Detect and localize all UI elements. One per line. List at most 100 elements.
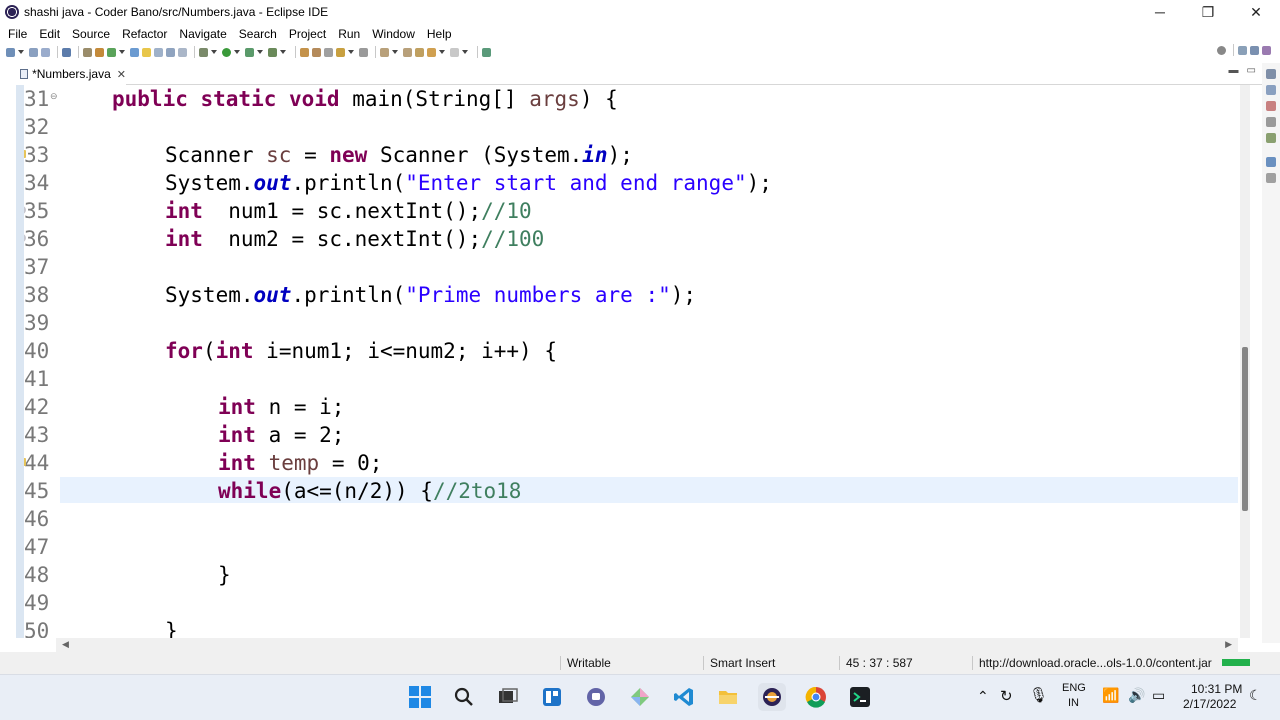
eclipse-taskbar-icon[interactable] bbox=[758, 683, 786, 711]
last-edit-icon[interactable] bbox=[415, 47, 424, 57]
pilcrow-icon[interactable] bbox=[178, 47, 187, 57]
menu-refactor[interactable]: Refactor bbox=[116, 27, 173, 41]
pin-icon[interactable] bbox=[359, 47, 368, 57]
horizontal-scrollbar[interactable]: ◀ ▶ bbox=[56, 638, 1238, 652]
open-type-icon[interactable] bbox=[300, 47, 309, 57]
teams-chat-icon[interactable] bbox=[582, 683, 610, 711]
next-annotation-icon[interactable] bbox=[380, 47, 389, 57]
menu-navigate[interactable]: Navigate bbox=[173, 27, 232, 41]
focus-assist-icon[interactable]: ☾ bbox=[1249, 687, 1262, 704]
package-icon[interactable] bbox=[95, 47, 104, 57]
region-indicator[interactable]: IN bbox=[1068, 697, 1079, 709]
annotation-dropdown-icon[interactable] bbox=[348, 50, 354, 54]
windows-start-icon[interactable] bbox=[406, 683, 434, 711]
chrome-icon[interactable] bbox=[802, 683, 830, 711]
clock-time[interactable]: 10:31 PM bbox=[1191, 682, 1242, 696]
task-view-icon[interactable] bbox=[494, 683, 522, 711]
refresh-dropdown-icon[interactable] bbox=[119, 50, 125, 54]
menu-search[interactable]: Search bbox=[233, 27, 283, 41]
menu-edit[interactable]: Edit bbox=[33, 27, 66, 41]
problems-icon[interactable] bbox=[1266, 101, 1276, 111]
language-indicator[interactable]: ENG bbox=[1062, 682, 1086, 694]
terminal-app-icon[interactable] bbox=[846, 683, 874, 711]
external-tools-icon[interactable] bbox=[268, 47, 277, 57]
fold-collapse-icon[interactable]: ⊖ bbox=[50, 91, 58, 102]
forward-dropdown-icon[interactable] bbox=[462, 50, 468, 54]
coverage-dropdown-icon[interactable] bbox=[257, 50, 263, 54]
file-explorer-icon[interactable] bbox=[714, 683, 742, 711]
onedrive-sync-icon[interactable]: ↻ bbox=[1000, 687, 1013, 705]
code-editor[interactable]: 31 32 33 34 35 36 37 38 39 40 41 42 43 4… bbox=[24, 85, 1238, 638]
wifi-icon[interactable]: 📶 bbox=[1102, 687, 1119, 704]
javadoc-icon[interactable] bbox=[1266, 117, 1276, 127]
open-console-icon[interactable] bbox=[482, 47, 491, 57]
toggle-icon[interactable] bbox=[166, 47, 175, 57]
new-dropdown-icon[interactable] bbox=[18, 50, 24, 54]
package-explorer-icon[interactable] bbox=[1266, 69, 1276, 79]
warning-marker-icon[interactable] bbox=[24, 458, 26, 466]
search-icon[interactable] bbox=[1217, 45, 1226, 55]
save-icon[interactable] bbox=[29, 47, 38, 57]
maximize-button[interactable]: ❐ bbox=[1184, 0, 1232, 24]
coverage-icon[interactable] bbox=[245, 47, 254, 57]
snipping-tool-icon[interactable] bbox=[626, 683, 654, 711]
external-tools-dropdown-icon[interactable] bbox=[280, 50, 286, 54]
vertical-scrollbar[interactable] bbox=[1240, 85, 1250, 638]
format-icon[interactable] bbox=[154, 47, 163, 57]
menu-window[interactable]: Window bbox=[366, 27, 421, 41]
scrollbar-thumb[interactable] bbox=[1242, 347, 1248, 511]
chevron-up-icon[interactable]: ⌃ bbox=[977, 688, 989, 705]
search-taskbar-icon[interactable] bbox=[450, 683, 478, 711]
scroll-right-icon[interactable]: ▶ bbox=[1225, 639, 1232, 650]
vscode-icon[interactable] bbox=[670, 683, 698, 711]
declaration-icon[interactable] bbox=[1266, 133, 1276, 143]
cursor-position-status[interactable]: 45 : 37 : 587 bbox=[846, 656, 913, 670]
save-all-icon[interactable] bbox=[41, 47, 50, 57]
tab-numbers-java[interactable]: *Numbers.java ✕ bbox=[16, 63, 126, 85]
microphone-icon[interactable]: 🎙 bbox=[1029, 686, 1048, 704]
minimize-button[interactable]: ─ bbox=[1136, 0, 1184, 24]
scroll-left-icon[interactable]: ◀ bbox=[62, 639, 69, 650]
minimize-editor-icon[interactable]: ▬ bbox=[1229, 65, 1239, 76]
search-tool-icon[interactable] bbox=[324, 47, 333, 57]
open-task-icon[interactable] bbox=[312, 47, 321, 57]
debug-perspective-icon[interactable] bbox=[1262, 45, 1271, 55]
prev-annotation-icon[interactable] bbox=[403, 47, 412, 57]
progress-icon[interactable] bbox=[1266, 173, 1276, 183]
next-annotation-dropdown-icon[interactable] bbox=[392, 50, 398, 54]
menu-source[interactable]: Source bbox=[66, 27, 116, 41]
menu-help[interactable]: Help bbox=[421, 27, 458, 41]
console-icon[interactable] bbox=[1266, 157, 1276, 167]
bug-icon[interactable] bbox=[199, 47, 208, 57]
background-task-status[interactable]: http://download.oracle...ols-1.0.0/conte… bbox=[979, 656, 1212, 670]
volume-icon[interactable]: 🔊 bbox=[1128, 687, 1145, 704]
battery-icon[interactable]: ▭ bbox=[1152, 687, 1165, 704]
insert-mode-status[interactable]: Smart Insert bbox=[710, 656, 775, 670]
menu-file[interactable]: File bbox=[0, 27, 33, 41]
refresh-icon[interactable] bbox=[107, 47, 116, 57]
outline-icon[interactable] bbox=[1266, 85, 1276, 95]
debug-icon[interactable] bbox=[130, 47, 139, 57]
debug-dropdown-icon[interactable] bbox=[211, 50, 217, 54]
warning-marker-icon[interactable] bbox=[24, 150, 26, 158]
close-window-button[interactable]: ✕ bbox=[1232, 0, 1280, 24]
highlight-icon[interactable] bbox=[142, 47, 151, 57]
run-icon[interactable] bbox=[222, 47, 231, 57]
back-dropdown-icon[interactable] bbox=[439, 50, 445, 54]
open-perspective-icon[interactable] bbox=[1238, 45, 1247, 55]
forward-icon[interactable] bbox=[450, 47, 459, 57]
annotation-icon[interactable] bbox=[336, 47, 345, 57]
tab-close-icon[interactable]: ✕ bbox=[117, 68, 126, 81]
tool-icon[interactable] bbox=[83, 47, 92, 57]
java-perspective-icon[interactable] bbox=[1250, 45, 1259, 55]
clock-date[interactable]: 2/17/2022 bbox=[1183, 697, 1236, 711]
widgets-icon[interactable] bbox=[538, 683, 566, 711]
back-icon[interactable] bbox=[427, 47, 436, 57]
new-icon[interactable] bbox=[6, 47, 15, 57]
menu-project[interactable]: Project bbox=[283, 27, 332, 41]
terminal-icon[interactable] bbox=[62, 47, 71, 57]
task-progress-bar[interactable] bbox=[1222, 659, 1250, 666]
menu-run[interactable]: Run bbox=[332, 27, 366, 41]
maximize-editor-icon[interactable]: ▭ bbox=[1247, 65, 1256, 76]
run-dropdown-icon[interactable] bbox=[234, 50, 240, 54]
